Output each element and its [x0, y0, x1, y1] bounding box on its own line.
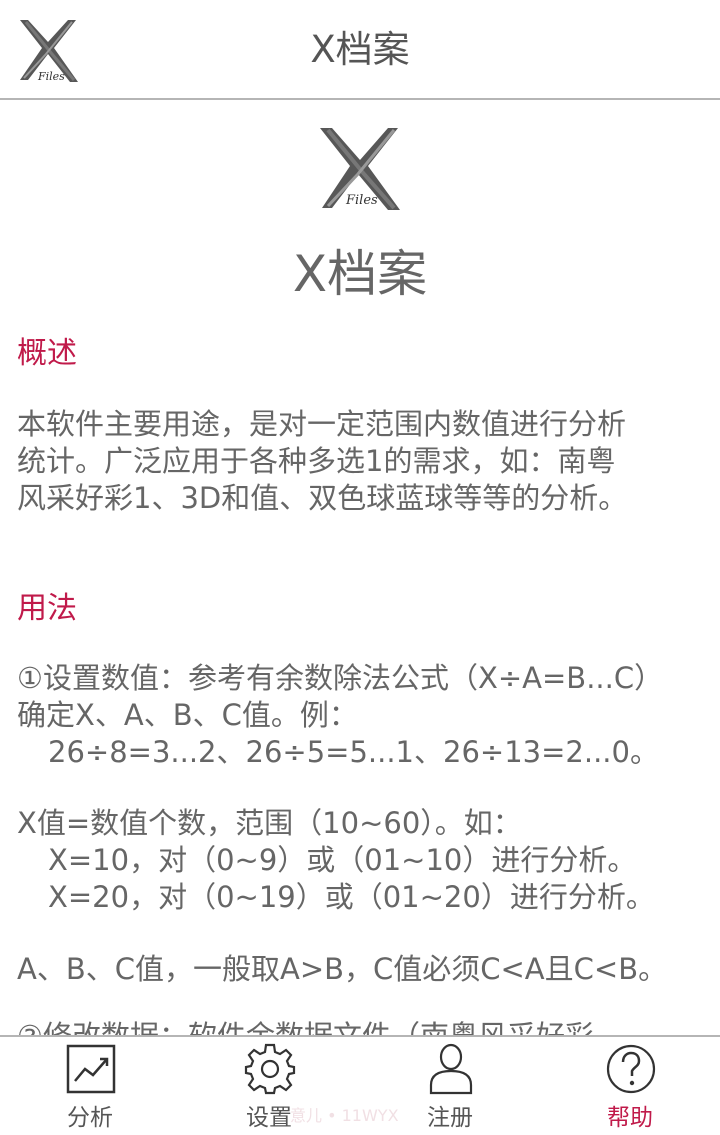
x-files-logo-icon: Files: [320, 128, 400, 210]
gear-icon: [244, 1043, 296, 1095]
tab-label: 分析: [67, 1105, 113, 1131]
usage-line: X=20，对（0~19）或（01~20）进行分析。: [48, 880, 655, 914]
usage-line: A、B、C值，一般取A>B，C值必须C<A且C<B。: [17, 952, 668, 986]
tab-label: 帮助: [607, 1105, 653, 1131]
usage-line: X值=数值个数，范围（10~60）。如：: [17, 806, 522, 840]
tab-label: 注册: [427, 1105, 473, 1131]
help-icon: [606, 1044, 656, 1094]
usage-x-value: X值=数值个数，范围（10~60）。如： X=10，对（0~9）或（01~10）…: [17, 805, 707, 916]
overview-line: 统计。广泛应用于各种多选1的需求，如：南粤: [17, 444, 616, 478]
page-title: X档案: [310, 28, 410, 71]
overview-text: 本软件主要用途，是对一定范围内数值进行分析 统计。广泛应用于各种多选1的需求，如…: [17, 406, 707, 517]
usage-step2: ②修改数据：软件余数据文件（南粤风采好彩: [17, 1018, 707, 1035]
section-title-overview: 概述: [17, 336, 77, 371]
usage-line: ①设置数值：参考有余数除法公式（X÷A=B...C）: [17, 661, 664, 695]
overview-line: 风采好彩1、3D和值、双色球蓝球等等的分析。: [17, 481, 628, 515]
usage-line: ②修改数据：软件余数据文件（南粤风采好彩: [17, 1018, 707, 1035]
tab-register[interactable]: 注册: [380, 1037, 520, 1135]
chart-icon: [66, 1044, 116, 1094]
user-icon: [429, 1043, 473, 1095]
usage-abc-value: A、B、C值，一般取A>B，C值必须C<A且C<B。: [17, 951, 707, 988]
usage-line: X=10，对（0~9）或（01~10）进行分析。: [48, 843, 637, 877]
tab-help[interactable]: 帮助: [560, 1037, 700, 1135]
section-title-usage: 用法: [17, 591, 77, 626]
usage-step1: ①设置数值：参考有余数除法公式（X÷A=B...C） 确定X、A、B、C值。例：…: [17, 660, 707, 771]
usage-line: 确定X、A、B、C值。例：: [17, 698, 358, 732]
overview-line: 本软件主要用途，是对一定范围内数值进行分析: [17, 407, 627, 441]
watermark: 意儿 • 11WYX: [290, 1106, 399, 1125]
help-screen: Files X档案 Files X档案 概述 本软件主要用途，是对一定范围内数值…: [0, 0, 720, 1135]
usage-line: 26÷8=3...2、26÷5=5...1、26÷13=2...0。: [48, 735, 659, 769]
help-content[interactable]: Files X档案 概述 本软件主要用途，是对一定范围内数值进行分析 统计。广泛…: [0, 100, 720, 1035]
app-name: X档案: [292, 245, 428, 303]
app-header: Files X档案: [0, 0, 720, 100]
tab-analysis[interactable]: 分析: [20, 1037, 160, 1135]
svg-text:Files: Files: [345, 193, 378, 208]
